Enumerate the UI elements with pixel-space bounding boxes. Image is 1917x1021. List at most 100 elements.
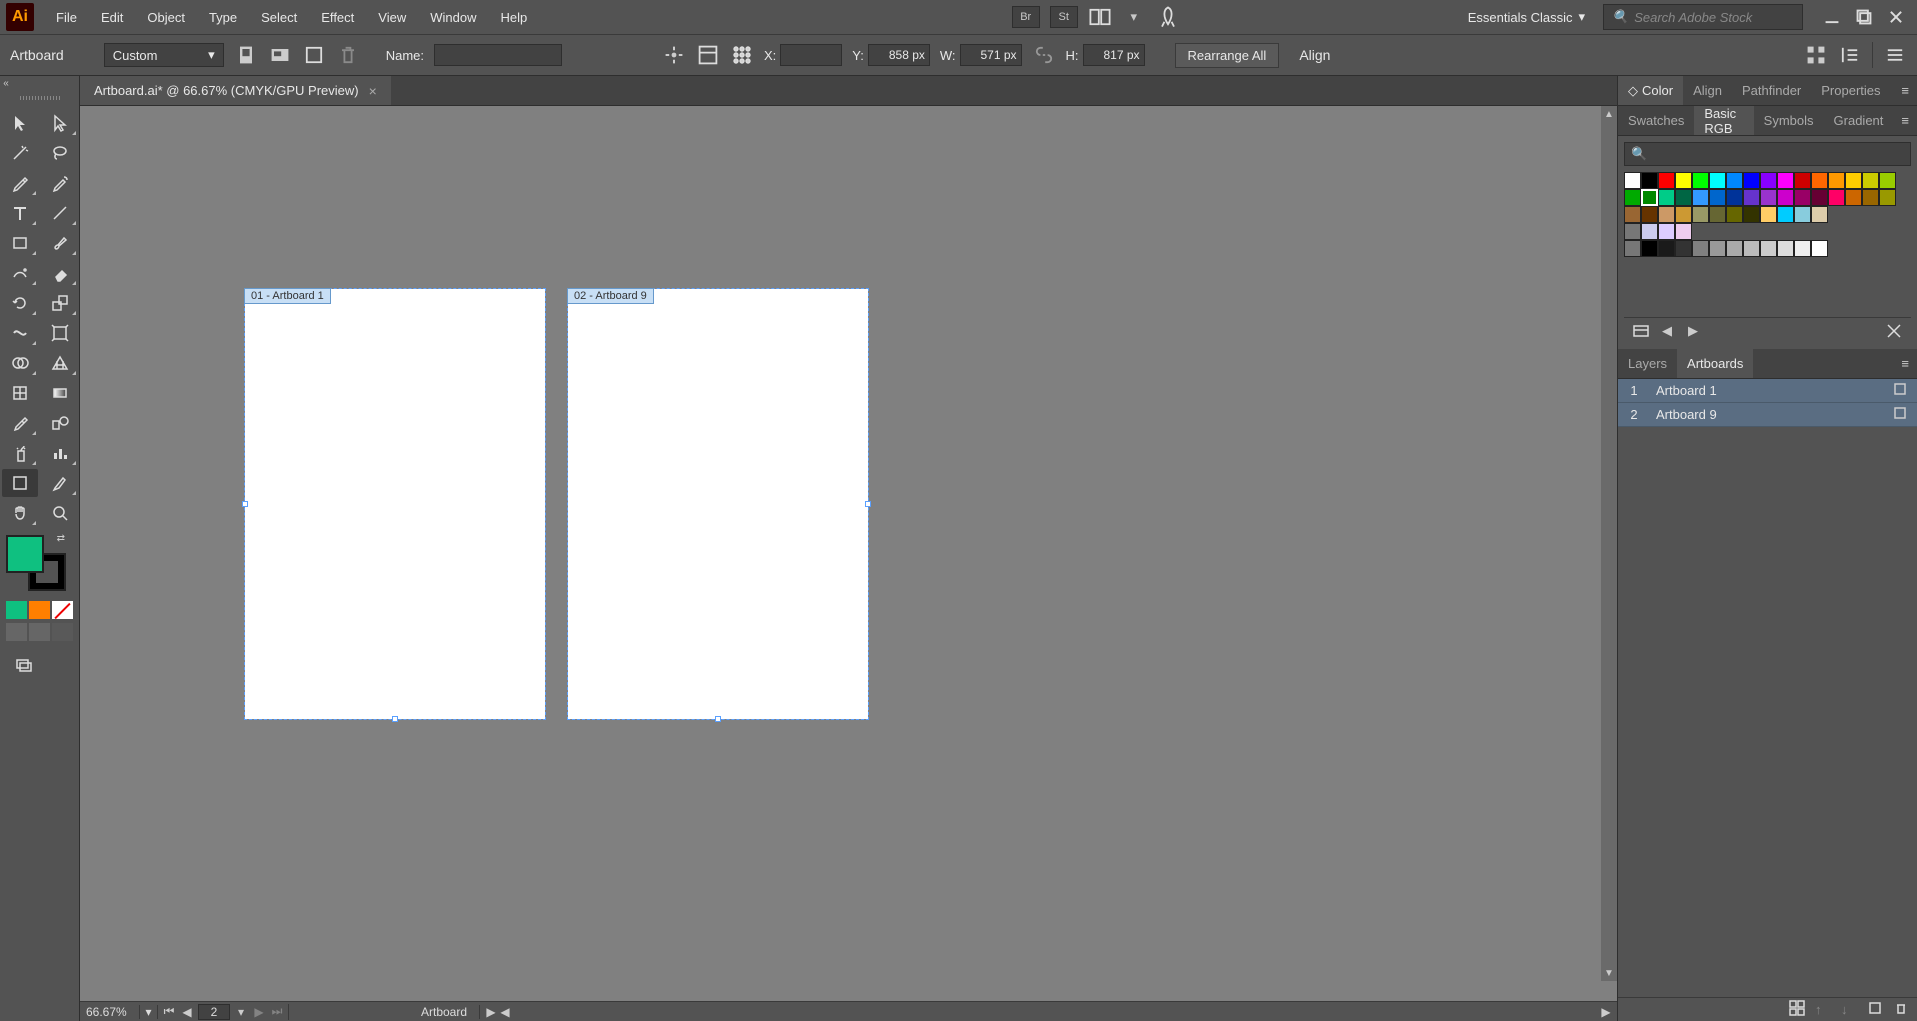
rotate-tool[interactable] (2, 289, 38, 317)
move-with-artboard-button[interactable] (662, 43, 686, 67)
swatch[interactable] (1624, 172, 1641, 189)
menu-window[interactable]: Window (418, 4, 488, 31)
swatch[interactable] (1709, 189, 1726, 206)
menu-help[interactable]: Help (488, 4, 539, 31)
reference-point-button[interactable] (730, 43, 754, 67)
swatch-library-icon[interactable] (1632, 322, 1650, 340)
swatch[interactable] (1794, 206, 1811, 223)
vertical-scrollbar[interactable]: ▲ ▼ (1601, 106, 1617, 981)
swatch[interactable] (1777, 206, 1794, 223)
menu-type[interactable]: Type (197, 4, 249, 31)
tab-swatches[interactable]: Swatches (1618, 106, 1694, 135)
portrait-button[interactable] (234, 43, 258, 67)
fill-stroke-control[interactable]: ⇄ (0, 531, 79, 599)
zoom-level[interactable]: 66.67% (80, 1005, 140, 1019)
y-input[interactable] (868, 44, 930, 66)
menu-effect[interactable]: Effect (309, 4, 366, 31)
swatch-prev-icon[interactable]: ◀ (1658, 322, 1676, 340)
column-graph-tool[interactable] (42, 439, 78, 467)
window-close[interactable] (1887, 10, 1905, 24)
swatch[interactable] (1743, 240, 1760, 257)
swatch[interactable] (1675, 206, 1692, 223)
paintbrush-tool[interactable] (42, 229, 78, 257)
swatch[interactable] (1811, 206, 1828, 223)
next-artboard-button[interactable]: ▶ (252, 1005, 266, 1019)
artboard-number[interactable]: 2 (198, 1004, 230, 1020)
toolbox-collapse[interactable]: « (0, 76, 12, 91)
swatch-folder[interactable] (1624, 223, 1641, 240)
zoom-tool[interactable] (42, 499, 78, 527)
swatch[interactable] (1709, 172, 1726, 189)
shaper-tool[interactable] (2, 259, 38, 287)
scroll-right-icon[interactable]: ▶ (1599, 1005, 1613, 1019)
toolbox-grip[interactable] (0, 91, 79, 105)
tab-properties[interactable]: Properties (1811, 76, 1890, 105)
pen-tool[interactable] (2, 169, 38, 197)
swatch[interactable] (1709, 206, 1726, 223)
swatch[interactable] (1811, 189, 1828, 206)
first-artboard-button[interactable]: ⏮ (162, 1004, 176, 1019)
tab-artboards[interactable]: Artboards (1677, 349, 1753, 378)
tab-align[interactable]: Align (1683, 76, 1732, 105)
status-menu-icon[interactable]: ▶ (484, 1005, 498, 1019)
screen-mode-button[interactable] (6, 651, 42, 679)
swatch[interactable] (1794, 240, 1811, 257)
swatch-next-icon[interactable]: ▶ (1684, 322, 1702, 340)
tab-basic-rgb[interactable]: Basic RGB (1694, 106, 1753, 135)
horizontal-scrollbar[interactable]: ▶ ◀ ▶ (480, 1005, 1617, 1019)
artboard-1[interactable]: 01 - Artboard 1 (245, 289, 545, 719)
swatch[interactable] (1692, 240, 1709, 257)
artboard-name-input[interactable] (434, 44, 562, 66)
resize-handle[interactable] (865, 501, 871, 507)
workspace-switcher[interactable]: Essentials Classic ▾ (1460, 5, 1593, 29)
tab-pathfinder[interactable]: Pathfinder (1732, 76, 1811, 105)
artboard-list-row[interactable]: 1Artboard 1 (1618, 379, 1917, 403)
swatch[interactable] (1709, 240, 1726, 257)
swatch[interactable] (1641, 223, 1658, 240)
menu-file[interactable]: File (44, 4, 89, 31)
stock-button[interactable]: St (1050, 6, 1078, 28)
swatch[interactable] (1641, 240, 1658, 257)
gradient-tool[interactable] (42, 379, 78, 407)
new-artboard-button[interactable] (302, 43, 326, 67)
rectangle-tool[interactable] (2, 229, 38, 257)
selection-tool[interactable] (2, 109, 38, 137)
swatch-folder[interactable] (1624, 240, 1641, 257)
fill-swatch[interactable] (6, 535, 44, 573)
swatch[interactable] (1692, 206, 1709, 223)
move-up-icon[interactable]: ↑ (1815, 1002, 1831, 1017)
arrange-dropdown-icon[interactable]: ▾ (1122, 5, 1146, 29)
swatch[interactable] (1641, 189, 1658, 206)
free-transform-tool[interactable] (42, 319, 78, 347)
swatch[interactable] (1845, 172, 1862, 189)
swatch[interactable] (1777, 172, 1794, 189)
swatch[interactable] (1658, 206, 1675, 223)
slice-tool[interactable] (42, 469, 78, 497)
artboard-options-button[interactable] (696, 43, 720, 67)
shape-builder-tool[interactable] (2, 349, 38, 377)
swatch[interactable] (1879, 189, 1896, 206)
scroll-up-icon[interactable]: ▲ (1601, 106, 1617, 122)
align-label[interactable]: Align (1299, 47, 1330, 63)
delete-artboard-button[interactable] (336, 43, 360, 67)
new-artboard-icon[interactable] (1867, 1000, 1883, 1019)
tab-color[interactable]: ◇Color (1618, 76, 1683, 105)
scroll-down-icon[interactable]: ▼ (1601, 965, 1617, 981)
swatch[interactable] (1760, 189, 1777, 206)
draw-behind-button[interactable] (29, 623, 50, 641)
swatch[interactable] (1692, 172, 1709, 189)
swatch[interactable] (1828, 172, 1845, 189)
window-maximize[interactable] (1855, 10, 1873, 24)
artboard-preset-dropdown[interactable]: Custom ▾ (104, 43, 224, 67)
swatch[interactable] (1828, 189, 1845, 206)
resize-handle[interactable] (242, 501, 248, 507)
document-tab[interactable]: Artboard.ai* @ 66.67% (CMYK/GPU Preview)… (80, 76, 391, 105)
search-stock-input[interactable]: 🔍 Search Adobe Stock (1603, 4, 1803, 30)
swatch[interactable] (1862, 189, 1879, 206)
rearrange-all-button[interactable]: Rearrange All (1175, 43, 1280, 68)
close-tab-icon[interactable]: × (369, 83, 377, 99)
swatch[interactable] (1726, 206, 1743, 223)
swatch[interactable] (1760, 240, 1777, 257)
lasso-tool[interactable] (42, 139, 78, 167)
swatch[interactable] (1692, 189, 1709, 206)
